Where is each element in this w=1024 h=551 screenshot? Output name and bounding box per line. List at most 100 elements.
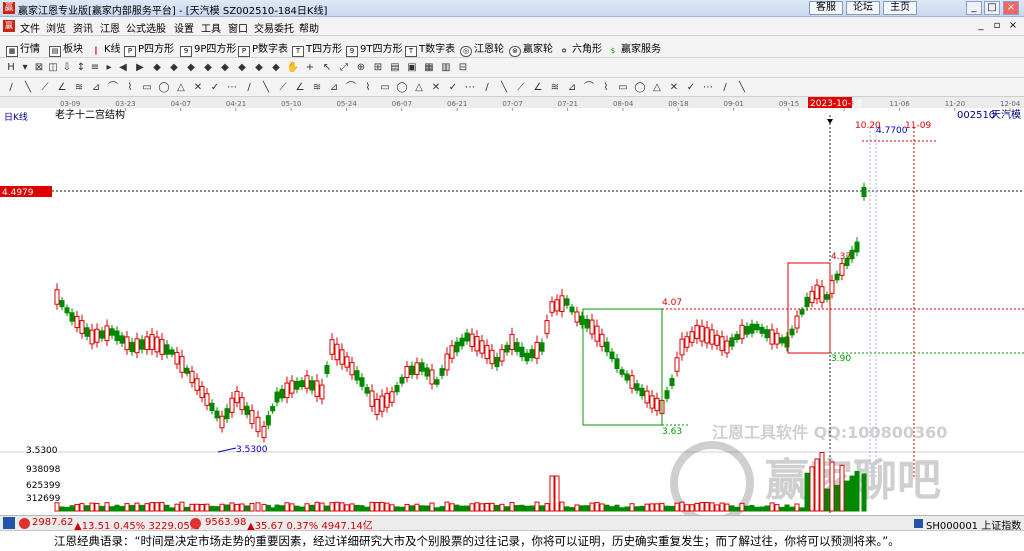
drawing-tool-icon[interactable]: ⊟ xyxy=(456,61,470,74)
drawing-tool-icon[interactable]: ⊞ xyxy=(371,61,385,74)
toolbar-gann-wheel[interactable]: ◎ 江恩轮 xyxy=(460,40,504,57)
analysis-tool-icon[interactable]: △ xyxy=(650,81,664,94)
menu-tools[interactable]: 工具 xyxy=(201,20,221,35)
analysis-tool-icon[interactable]: ✓ xyxy=(208,81,222,94)
drawing-tool-icon[interactable]: ⤢ xyxy=(337,61,351,74)
menu-file[interactable]: 文件 xyxy=(20,20,40,35)
mdi-close-icon[interactable]: × xyxy=(1006,19,1020,33)
drawing-tool-icon[interactable]: ↖ xyxy=(320,61,334,74)
drawing-tool-icon[interactable]: ↕ xyxy=(74,61,88,74)
toolbar-hexagon[interactable]: ✡ 六角形 xyxy=(558,40,602,55)
analysis-tool-icon[interactable]: ✕ xyxy=(667,81,681,94)
analysis-tool-icon[interactable]: / xyxy=(718,81,732,94)
analysis-tool-icon[interactable]: ⌇ xyxy=(361,81,375,94)
drawing-tool-icon[interactable]: ◆ xyxy=(201,61,215,74)
toolbar-kline[interactable]: ┃ K线 xyxy=(90,40,121,55)
toolbar-t-square[interactable]: T T四方形 xyxy=(292,40,342,57)
analysis-tool-icon[interactable]: ⌒ xyxy=(106,81,120,94)
menu-formula-screener[interactable]: 公式选股 xyxy=(126,20,166,35)
analysis-tool-icon[interactable]: ✕ xyxy=(191,81,205,94)
toolbar-service[interactable]: $ 赢家服务 xyxy=(607,40,661,55)
menu-trade[interactable]: 交易委托 xyxy=(254,20,294,35)
drawing-tool-icon[interactable]: ▶ xyxy=(133,61,147,74)
analysis-tool-icon[interactable]: / xyxy=(4,81,18,94)
analysis-tool-icon[interactable]: ∠ xyxy=(531,81,545,94)
analysis-tool-icon[interactable]: ✓ xyxy=(446,81,460,94)
toolbar-p-square[interactable]: P P四方形 xyxy=(124,40,174,57)
drawing-tool-icon[interactable]: ▦ xyxy=(422,61,436,74)
mdi-minimize-icon[interactable]: _ xyxy=(974,19,988,33)
analysis-tool-icon[interactable]: ⋯ xyxy=(225,81,239,94)
drawing-tool-icon[interactable]: ◆ xyxy=(235,61,249,74)
analysis-tool-icon[interactable]: ✕ xyxy=(429,81,443,94)
menu-gann[interactable]: 江恩 xyxy=(100,20,120,35)
analysis-tool-icon[interactable]: ╲ xyxy=(735,81,749,94)
drawing-tool-icon[interactable]: ▸ xyxy=(102,61,116,74)
drawing-tool-icon[interactable]: ◆ xyxy=(167,61,181,74)
analysis-tool-icon[interactable]: ⌒ xyxy=(582,81,596,94)
drawing-tool-icon[interactable]: ◆ xyxy=(150,61,164,74)
menu-browse[interactable]: 浏览 xyxy=(46,20,66,35)
menu-news[interactable]: 资讯 xyxy=(73,20,93,35)
analysis-tool-icon[interactable]: △ xyxy=(412,81,426,94)
close-icon[interactable]: × xyxy=(1003,1,1019,15)
analysis-tool-icon[interactable]: ⌇ xyxy=(599,81,613,94)
drawing-tool-icon[interactable]: ▾ xyxy=(18,61,32,74)
drawing-tool-icon[interactable]: + xyxy=(303,61,317,74)
status-menu-icon[interactable] xyxy=(3,517,15,529)
menu-settings[interactable]: 设置 xyxy=(174,20,194,35)
analysis-tool-icon[interactable]: ╲ xyxy=(259,81,273,94)
analysis-tool-icon[interactable]: ▭ xyxy=(140,81,154,94)
menu-window[interactable]: 窗口 xyxy=(228,20,248,35)
drawing-tool-icon[interactable]: ▤ xyxy=(388,61,402,74)
analysis-tool-icon[interactable]: ⌇ xyxy=(123,81,137,94)
analysis-tool-icon[interactable]: ✓ xyxy=(684,81,698,94)
drawing-tool-icon[interactable]: ◀ xyxy=(116,61,130,74)
analysis-tool-icon[interactable]: ╲ xyxy=(21,81,35,94)
maximize-icon[interactable]: □ xyxy=(984,1,1000,15)
mdi-restore-icon[interactable]: ▫ xyxy=(990,19,1004,33)
customer-service-button[interactable]: 客服 xyxy=(809,1,843,15)
analysis-tool-icon[interactable]: ⟋ xyxy=(514,81,528,94)
analysis-tool-icon[interactable]: ≋ xyxy=(548,81,562,94)
analysis-tool-icon[interactable]: ≋ xyxy=(72,81,86,94)
analysis-tool-icon[interactable]: ◯ xyxy=(395,81,409,94)
drawing-tool-icon[interactable]: ✋ xyxy=(286,61,300,74)
toolbar-9p-square[interactable]: 9 9P四方形 xyxy=(180,40,236,57)
analysis-tool-icon[interactable]: ⟋ xyxy=(276,81,290,94)
analysis-tool-icon[interactable]: ⌒ xyxy=(344,81,358,94)
drawing-tool-icon[interactable]: ≡ xyxy=(88,61,102,74)
drawing-tool-icon[interactable]: ▥ xyxy=(439,61,453,74)
analysis-tool-icon[interactable]: △ xyxy=(174,81,188,94)
analysis-tool-icon[interactable]: ≋ xyxy=(310,81,324,94)
drawing-tool-icon[interactable]: ◆ xyxy=(252,61,266,74)
analysis-tool-icon[interactable]: / xyxy=(480,81,494,94)
drawing-tool-icon[interactable]: ◆ xyxy=(269,61,283,74)
analysis-tool-icon[interactable]: / xyxy=(242,81,256,94)
minimize-icon[interactable]: _ xyxy=(966,1,982,15)
drawing-tool-icon[interactable]: H xyxy=(4,61,18,74)
analysis-tool-icon[interactable]: ⊿ xyxy=(89,81,103,94)
menu-help[interactable]: 帮助 xyxy=(299,20,319,35)
homepage-button[interactable]: 主页 xyxy=(883,1,917,15)
toolbar-p-table[interactable]: P P数字表 xyxy=(238,40,288,57)
analysis-tool-icon[interactable]: ▭ xyxy=(616,81,630,94)
analysis-tool-icon[interactable]: ∠ xyxy=(55,81,69,94)
toolbar-9t-square[interactable]: 9 9T四方形 xyxy=(346,40,402,57)
analysis-tool-icon[interactable]: ▭ xyxy=(378,81,392,94)
drawing-tool-icon[interactable]: ⊕ xyxy=(354,61,368,74)
forum-button[interactable]: 论坛 xyxy=(846,1,880,15)
drawing-tool-icon[interactable]: ◆ xyxy=(218,61,232,74)
toolbar-quotes[interactable]: ▦ 行情 xyxy=(6,40,40,57)
drawing-tool-icon[interactable]: ⇩ xyxy=(60,61,74,74)
toolbar-winner-wheel[interactable]: ⊛ 赢家轮 xyxy=(509,40,553,57)
drawing-tool-icon[interactable]: ◆ xyxy=(184,61,198,74)
drawing-tool-icon[interactable]: ▣ xyxy=(405,61,419,74)
analysis-tool-icon[interactable]: ⟋ xyxy=(38,81,52,94)
drawing-tool-icon[interactable]: ⊠ xyxy=(32,61,46,74)
drawing-tool-icon[interactable]: ◫ xyxy=(46,61,60,74)
analysis-tool-icon[interactable]: ⋯ xyxy=(463,81,477,94)
analysis-tool-icon[interactable]: ⊿ xyxy=(327,81,341,94)
analysis-tool-icon[interactable]: ∠ xyxy=(293,81,307,94)
analysis-tool-icon[interactable]: ◯ xyxy=(633,81,647,94)
